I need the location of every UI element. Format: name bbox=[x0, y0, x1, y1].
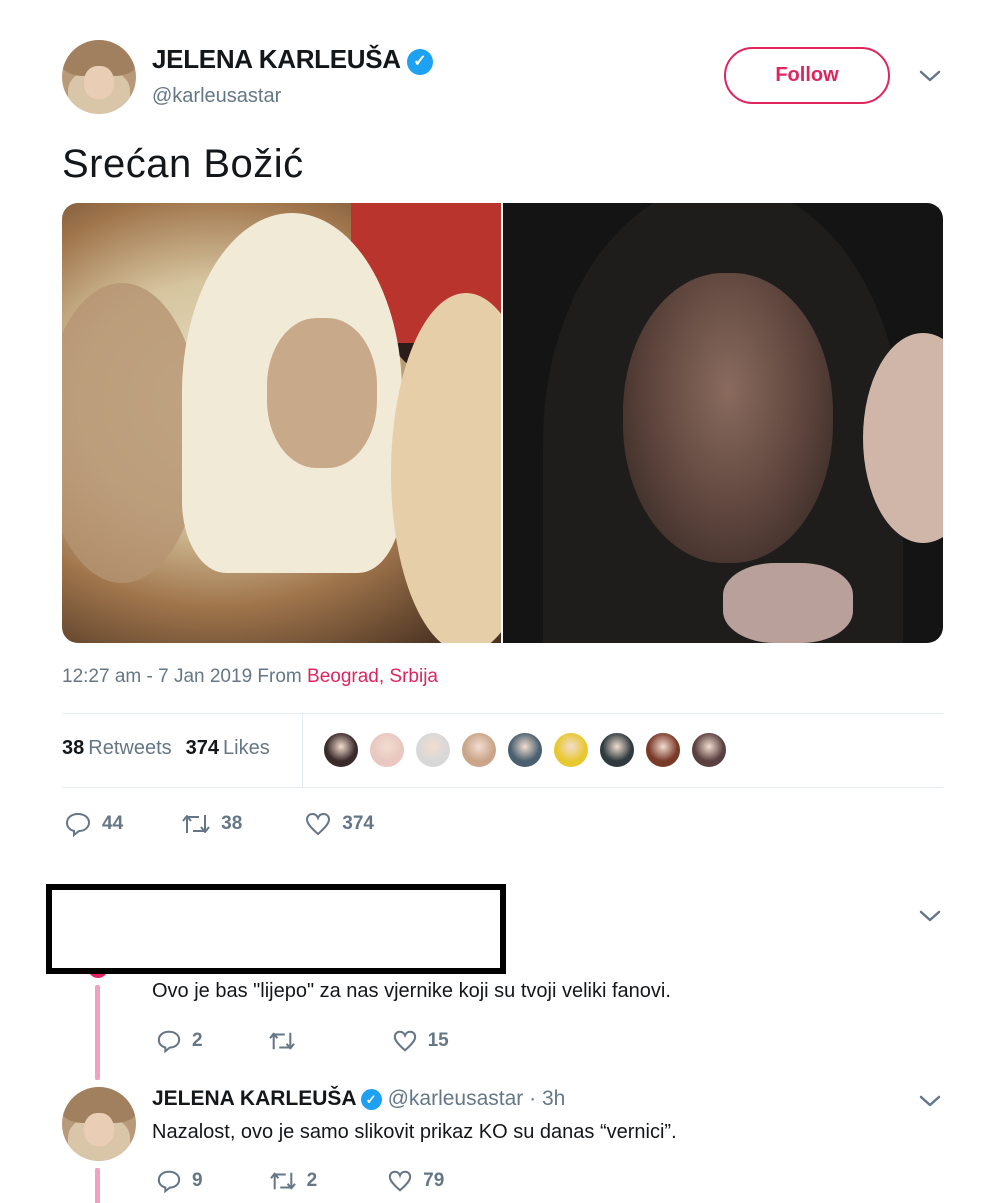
heart-icon bbox=[393, 1030, 416, 1052]
author-handle[interactable]: @karleusastar bbox=[152, 85, 281, 108]
reply2-avatar[interactable] bbox=[62, 1087, 136, 1161]
reply1-retweet-button[interactable] bbox=[268, 1029, 306, 1053]
verified-badge-icon: ✓ bbox=[360, 1089, 382, 1110]
retweets-stat[interactable]: 38 Retweets bbox=[62, 737, 172, 759]
tweet-options-chevron-down-icon[interactable] bbox=[918, 68, 942, 84]
likes-count: 374 bbox=[185, 737, 219, 759]
reply1-options-chevron-down-icon[interactable] bbox=[918, 908, 942, 924]
reply2-actions: 9 2 79 bbox=[156, 1169, 444, 1193]
heart-icon bbox=[388, 1170, 412, 1192]
tweet-actions: 44 38 374 bbox=[64, 811, 374, 837]
reply2-like-count: 79 bbox=[423, 1170, 445, 1191]
photo-left[interactable] bbox=[62, 203, 501, 643]
liker-avatar[interactable] bbox=[598, 731, 636, 769]
reply2-retweet-button[interactable]: 2 bbox=[269, 1169, 318, 1193]
reply2-reply-button[interactable]: 9 bbox=[156, 1169, 203, 1193]
tweet-timestamp: 12:27 am - 7 Jan 2019 From Beograd, Srbi… bbox=[62, 666, 438, 688]
photo-right[interactable] bbox=[503, 203, 943, 643]
likes-stat[interactable]: 374 Likes bbox=[186, 737, 270, 759]
liker-avatar[interactable] bbox=[322, 731, 360, 769]
reply-count: 44 bbox=[102, 813, 124, 834]
author-name-text[interactable]: JELENA KARLEUŠA bbox=[152, 44, 401, 74]
reply1-like-button[interactable]: 15 bbox=[392, 1029, 449, 1053]
reply2-retweet-count: 2 bbox=[306, 1170, 318, 1191]
liker-avatar[interactable] bbox=[506, 731, 544, 769]
follow-button[interactable]: Follow bbox=[724, 47, 890, 104]
redaction-box bbox=[46, 884, 506, 974]
divider-bottom bbox=[62, 787, 943, 788]
reply2-text: Nazalost, ovo je samo slikovit prikaz KO… bbox=[152, 1121, 677, 1143]
reply2-like-button[interactable]: 79 bbox=[387, 1169, 444, 1193]
reply1-text: Ovo je bas "lijepo" za nas vjernike koji… bbox=[152, 980, 671, 1002]
retweets-label: Retweets bbox=[88, 737, 172, 759]
reply2-reply-count: 9 bbox=[192, 1170, 203, 1191]
reply-icon bbox=[157, 1030, 181, 1053]
tweet-media[interactable] bbox=[62, 203, 943, 643]
reply-button[interactable]: 44 bbox=[64, 811, 123, 837]
reply1-reply-button[interactable]: 2 bbox=[156, 1029, 203, 1053]
reply2-options-chevron-down-icon[interactable] bbox=[918, 1093, 942, 1109]
thread-line-2 bbox=[95, 1168, 100, 1203]
liker-avatar[interactable] bbox=[552, 731, 590, 769]
liker-avatar[interactable] bbox=[368, 731, 406, 769]
reply1-actions: 2 15 bbox=[156, 1029, 449, 1053]
likes-label: Likes bbox=[223, 737, 270, 759]
reply-icon bbox=[65, 812, 91, 837]
thread-line-1 bbox=[95, 985, 100, 1080]
liker-avatar[interactable] bbox=[460, 731, 498, 769]
retweets-count: 38 bbox=[62, 737, 85, 759]
verified-badge-icon: ✓ bbox=[406, 49, 433, 75]
retweet-button[interactable]: 38 bbox=[181, 811, 242, 837]
timestamp-text: 12:27 am - 7 Jan 2019 From bbox=[62, 666, 308, 687]
reply2-handle-time[interactable]: @karleusastar · 3h bbox=[388, 1087, 566, 1110]
like-count: 374 bbox=[342, 813, 374, 834]
retweet-count: 38 bbox=[221, 813, 243, 834]
reply2-author-name[interactable]: JELENA KARLEUŠA bbox=[152, 1087, 357, 1110]
reply1-like-count: 15 bbox=[427, 1030, 449, 1051]
location-link[interactable]: Beograd, Srbija bbox=[307, 666, 438, 687]
author-avatar[interactable] bbox=[62, 40, 136, 114]
heart-icon bbox=[306, 812, 331, 836]
liker-avatar[interactable] bbox=[690, 731, 728, 769]
tweet-text: Srećan Božić bbox=[62, 142, 304, 186]
reply-icon bbox=[157, 1170, 181, 1193]
retweet-icon bbox=[268, 1032, 295, 1050]
divider-top bbox=[62, 713, 943, 714]
tweet-stats: 38 Retweets 374 Likes bbox=[62, 737, 270, 760]
retweet-icon bbox=[182, 815, 210, 833]
divider-vertical bbox=[302, 714, 303, 787]
liker-avatar[interactable] bbox=[644, 731, 682, 769]
retweet-icon bbox=[269, 1172, 296, 1190]
liker-avatar[interactable] bbox=[414, 731, 452, 769]
likers-avatars bbox=[322, 731, 728, 769]
author-name[interactable]: JELENA KARLEUŠA ✓ bbox=[152, 44, 433, 75]
reply2-header: JELENA KARLEUŠA ✓ @karleusastar · 3h bbox=[152, 1087, 565, 1111]
reply1-reply-count: 2 bbox=[192, 1030, 203, 1051]
like-button[interactable]: 374 bbox=[304, 811, 374, 837]
